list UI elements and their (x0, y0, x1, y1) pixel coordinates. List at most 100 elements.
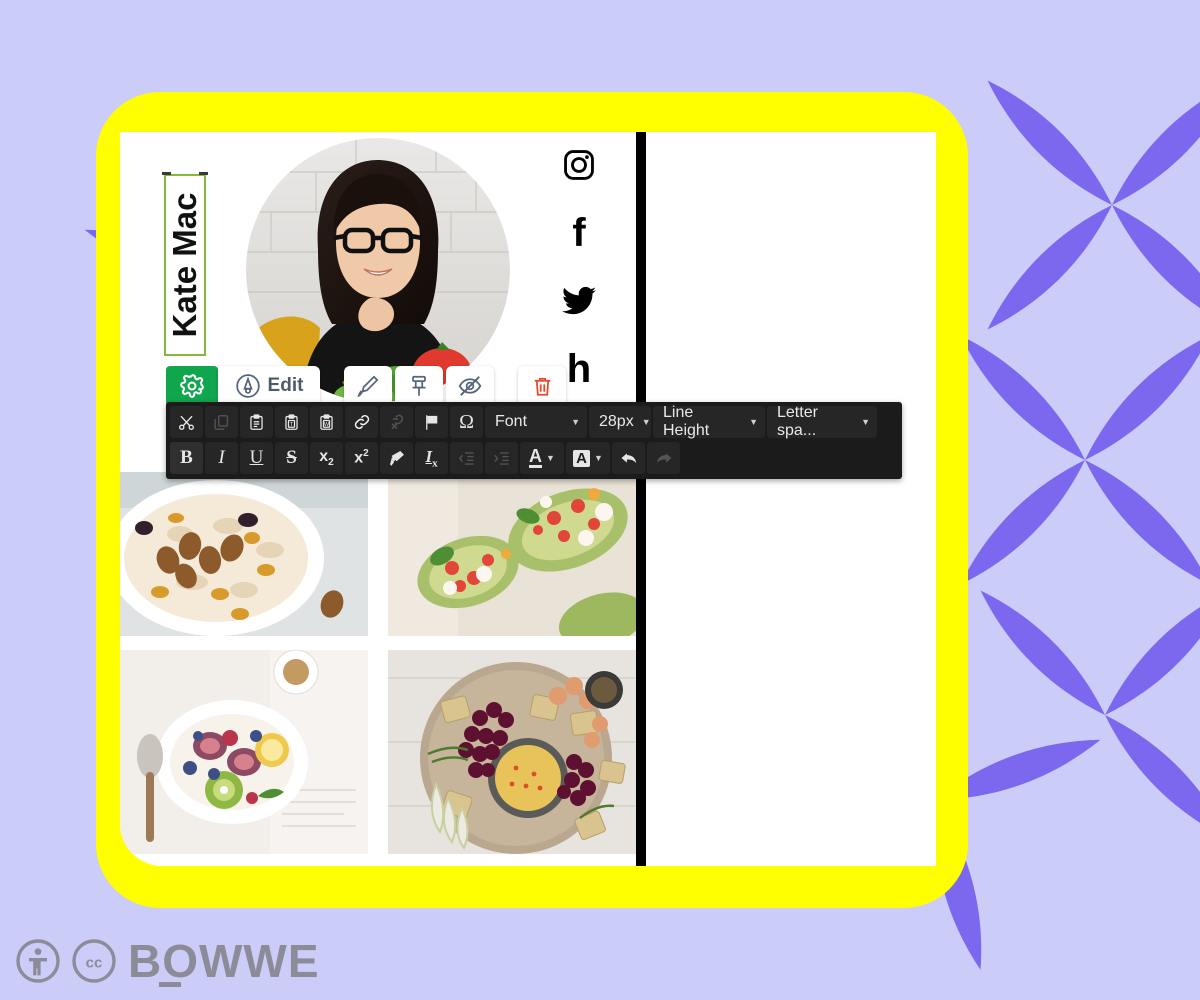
copy-button[interactable] (205, 406, 238, 438)
clipboard-text-icon: T (285, 413, 298, 430)
chevron-down-icon: ▼ (593, 453, 603, 463)
superscript-button[interactable]: x2 (345, 442, 378, 474)
italic-icon: I (218, 447, 225, 468)
houzz-icon: h (566, 347, 592, 391)
underline-icon: U (249, 447, 264, 468)
clipboard-word-icon: W (320, 413, 333, 430)
resize-handle-left[interactable] (162, 172, 171, 175)
element-control-bar: Edit (166, 366, 569, 406)
outdent-icon (458, 451, 474, 465)
edit-button[interactable]: Edit (218, 366, 320, 406)
style-brush-button[interactable] (344, 366, 392, 406)
copy-formatting-button[interactable] (380, 442, 413, 474)
decrease-indent-button[interactable] (450, 442, 483, 474)
anchor-flag-button[interactable] (415, 406, 448, 438)
unlink-button[interactable] (380, 406, 413, 438)
unlink-icon (390, 414, 403, 430)
italic-button[interactable]: I (205, 442, 238, 474)
bowwe-wordmark: BOWWE (128, 935, 320, 987)
paste-as-text-button[interactable]: T (275, 406, 308, 438)
paste-button[interactable] (240, 406, 273, 438)
chevron-down-icon: ▼ (546, 453, 555, 463)
font-size-select[interactable]: 28px ▼ (589, 406, 651, 438)
name-text-block[interactable]: Kate Mac (162, 172, 208, 356)
gear-icon (180, 374, 204, 398)
rte-row-2: B I U S x2 x2 Ix A ▼ A ▼ (170, 442, 898, 474)
insert-link-button[interactable] (345, 406, 378, 438)
instagram-icon (564, 150, 594, 180)
social-link-facebook[interactable]: f (560, 211, 598, 255)
bold-icon: B (180, 447, 193, 468)
letter-spacing-value: Letter spa... (777, 404, 818, 439)
chevron-down-icon: ▼ (861, 417, 870, 427)
chevron-down-icon: ▼ (641, 417, 651, 427)
svg-text:cc: cc (86, 955, 103, 972)
edit-button-label: Edit (267, 375, 304, 396)
background-color-icon: A (573, 449, 590, 467)
paintbrush-icon (390, 450, 404, 466)
font-size-value: 28px (599, 413, 634, 430)
underline-button[interactable]: U (240, 442, 273, 474)
canvas-divider (636, 132, 646, 866)
portrait-photo[interactable] (246, 138, 510, 402)
gallery-photo-yogurt-bowl[interactable] (120, 650, 368, 854)
screenshot-root: Kate Mac f h Edit T W Ω Font ▼ 28px ▼ Li… (0, 0, 1200, 1000)
indent-icon (494, 451, 509, 465)
site-canvas[interactable]: Kate Mac f h (120, 132, 936, 866)
line-height-select[interactable]: Line Height ▼ (653, 404, 765, 439)
paintbrush-icon (357, 375, 379, 398)
photo-gallery-grid (120, 472, 638, 854)
footer-branding: cc BOWWE (16, 935, 320, 987)
remove-format-button[interactable]: Ix (415, 442, 448, 474)
special-character-button[interactable]: Ω (450, 406, 483, 438)
social-link-instagram[interactable] (560, 146, 598, 184)
gallery-photo-avocado[interactable] (388, 472, 638, 636)
clipboard-icon (250, 413, 263, 430)
pin-button[interactable] (395, 366, 443, 406)
accessibility-person-icon (16, 939, 60, 983)
strikethrough-icon: S (286, 447, 297, 468)
creative-commons-icon: cc (72, 939, 116, 983)
eye-off-icon (458, 376, 482, 396)
facebook-icon: f (572, 211, 586, 255)
name-text-label: Kate Mac (166, 192, 203, 338)
rte-row-1: T W Ω Font ▼ 28px ▼ Line Height ▼ Letter… (170, 404, 898, 439)
remove-format-icon: Ix (425, 446, 438, 470)
gallery-photo-charcuterie-board[interactable] (388, 650, 638, 854)
font-family-value: Font (495, 413, 528, 430)
gallery-photo-oatmeal[interactable] (120, 472, 368, 636)
undo-button[interactable] (612, 442, 645, 474)
social-links: f h (544, 146, 614, 391)
font-family-select[interactable]: Font ▼ (485, 406, 587, 438)
pen-circle-icon (235, 374, 260, 398)
chevron-down-icon: ▼ (749, 417, 758, 427)
omega-icon: Ω (459, 410, 474, 433)
letter-spacing-select[interactable]: Letter spa... ▼ (767, 404, 877, 439)
line-height-value: Line Height (663, 404, 710, 439)
superscript-icon: x2 (354, 448, 369, 467)
subscript-button[interactable]: x2 (310, 442, 343, 474)
undo-arrow-icon (621, 453, 636, 463)
cut-button[interactable] (170, 406, 203, 438)
redo-arrow-icon (656, 453, 671, 463)
delete-button[interactable] (518, 366, 566, 406)
increase-indent-button[interactable] (485, 442, 518, 474)
hide-button[interactable] (446, 366, 494, 406)
text-color-button[interactable]: A ▼ (520, 442, 564, 474)
copy-icon (214, 414, 229, 430)
bold-button[interactable]: B (170, 442, 203, 474)
svg-text:W: W (324, 421, 329, 427)
social-link-twitter[interactable] (560, 282, 598, 320)
settings-gear-button[interactable] (166, 366, 218, 406)
redo-button[interactable] (647, 442, 680, 474)
twitter-bird-icon (562, 286, 596, 315)
strikethrough-button[interactable]: S (275, 442, 308, 474)
link-icon (354, 414, 369, 430)
pin-icon (412, 375, 426, 396)
background-color-button[interactable]: A ▼ (566, 442, 610, 474)
flag-icon (426, 414, 438, 430)
resize-handle-right[interactable] (199, 172, 208, 175)
svg-text:T: T (290, 421, 294, 427)
bowwe-underline-mark (159, 982, 181, 987)
paste-from-word-button[interactable]: W (310, 406, 343, 438)
